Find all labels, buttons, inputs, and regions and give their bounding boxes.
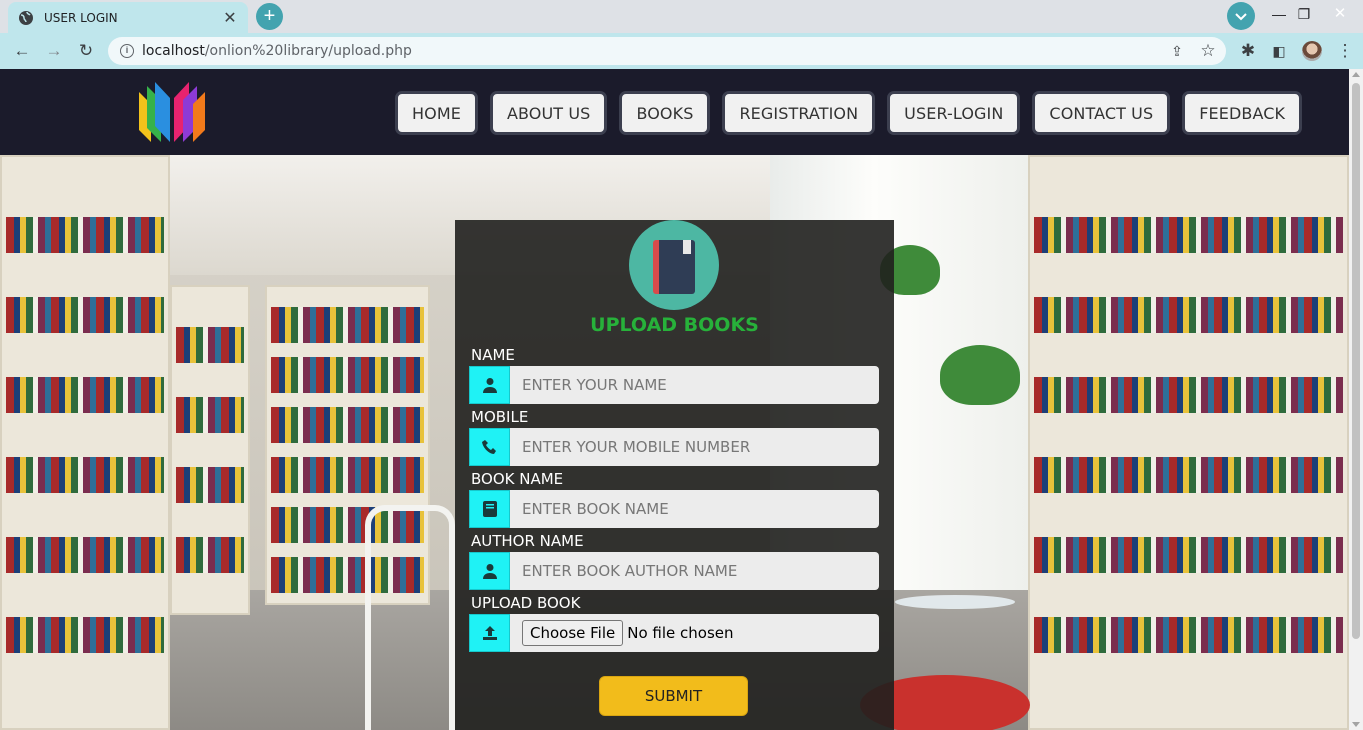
url-host: localhost — [142, 43, 205, 59]
bookshelf — [170, 285, 250, 615]
close-icon[interactable]: ✕ — [222, 8, 238, 28]
browser-tab-bar: USER LOGIN ✕ + — ❐ ✕ — [0, 0, 1363, 33]
nav-home[interactable]: HOME — [395, 91, 478, 135]
author-name-input[interactable] — [510, 552, 879, 590]
form-title: UPLOAD BOOKS — [590, 314, 759, 336]
address-bar[interactable]: i localhost/onlion%20library/upload.php — [108, 37, 1226, 65]
new-tab-button[interactable]: + — [256, 3, 283, 30]
bookshelf-right — [1028, 155, 1349, 730]
upload-icon — [469, 614, 510, 652]
upload-form-card: UPLOAD BOOKS NAME MOBILE BOOK NAME AUTHO… — [455, 220, 894, 730]
info-icon[interactable]: i — [120, 44, 134, 58]
extensions-icon[interactable]: ✱ — [1237, 40, 1259, 62]
book-name-input[interactable] — [510, 490, 879, 528]
star-icon[interactable]: ☆ — [1197, 40, 1219, 62]
menu-dots-icon[interactable]: ⋮ — [1334, 40, 1356, 62]
submit-button[interactable]: SUBMIT — [599, 676, 748, 716]
white-chair — [365, 505, 455, 730]
nav-user-login[interactable]: USER-LOGIN — [887, 91, 1021, 135]
nav-books[interactable]: BOOKS — [619, 91, 711, 135]
book-icon — [629, 220, 719, 310]
share-icon[interactable]: ⇪ — [1166, 40, 1188, 62]
browser-tab[interactable]: USER LOGIN ✕ — [8, 2, 248, 33]
browser-toolbar: ← → ↻ i localhost/onlion%20library/uploa… — [0, 33, 1363, 69]
no-file-text: No file chosen — [627, 624, 734, 642]
profile-avatar[interactable] — [1302, 41, 1322, 61]
mobile-input[interactable] — [510, 428, 879, 466]
name-field-group — [469, 366, 879, 404]
upload-book-label: UPLOAD BOOK — [471, 594, 581, 612]
web-page: HOME ABOUT US BOOKS REGISTRATION USER-LO… — [0, 69, 1349, 730]
site-navbar: HOME ABOUT US BOOKS REGISTRATION USER-LO… — [0, 69, 1349, 155]
plant — [940, 345, 1020, 405]
scroll-down-icon[interactable] — [1352, 722, 1360, 727]
choose-file-button[interactable]: Choose File — [522, 620, 624, 646]
user-icon — [469, 366, 510, 404]
main-nav: HOME ABOUT US BOOKS REGISTRATION USER-LO… — [395, 91, 1303, 135]
bookshelf-left — [0, 155, 170, 730]
name-label: NAME — [471, 346, 515, 364]
tab-title: USER LOGIN — [44, 10, 118, 25]
back-icon[interactable]: ← — [11, 40, 33, 62]
book-name-label: BOOK NAME — [471, 470, 564, 488]
nav-registration[interactable]: REGISTRATION — [722, 91, 876, 135]
close-window-button[interactable]: ✕ — [1317, 0, 1363, 30]
glass-table — [895, 595, 1015, 609]
book-name-field-group — [469, 490, 879, 528]
upload-field-group: Choose File No file chosen — [469, 614, 879, 652]
nav-about-us[interactable]: ABOUT US — [489, 91, 608, 135]
mobile-field-group — [469, 428, 879, 466]
scrollbar-thumb[interactable] — [1352, 83, 1360, 639]
name-input[interactable] — [510, 366, 879, 404]
author-name-field-group — [469, 552, 879, 590]
side-panel-icon[interactable]: ◧ — [1268, 40, 1290, 62]
user-icon — [469, 552, 510, 590]
scroll-up-icon[interactable] — [1352, 72, 1360, 77]
phone-icon — [469, 428, 510, 466]
nav-contact-us[interactable]: CONTACT US — [1032, 91, 1171, 135]
forward-icon[interactable]: → — [43, 40, 65, 62]
book-icon — [469, 490, 510, 528]
chevron-down-icon — [1235, 13, 1247, 21]
file-input: Choose File No file chosen — [510, 614, 879, 652]
author-name-label: AUTHOR NAME — [471, 532, 584, 550]
url-path: /onlion%20library/upload.php — [204, 43, 412, 59]
nav-feedback[interactable]: FEEDBACK — [1182, 91, 1303, 135]
reload-icon[interactable]: ↻ — [75, 40, 97, 62]
globe-icon — [19, 10, 33, 25]
page-scrollbar[interactable] — [1349, 69, 1363, 730]
mobile-label: MOBILE — [471, 408, 529, 426]
library-logo-icon[interactable] — [137, 82, 207, 144]
tab-search-button[interactable] — [1227, 2, 1255, 30]
